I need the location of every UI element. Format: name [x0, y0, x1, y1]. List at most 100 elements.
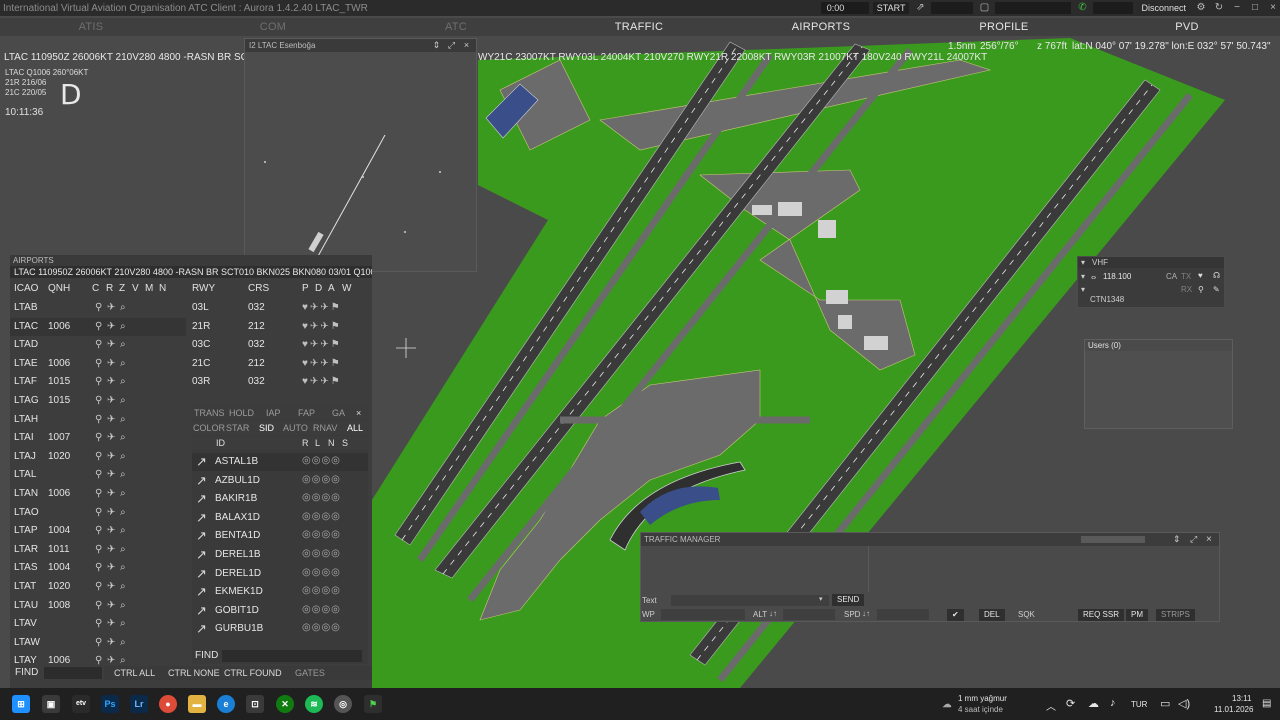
store-icon[interactable]: ⊡ — [246, 695, 264, 713]
mic-icon[interactable]: ⚲ — [1198, 285, 1204, 294]
search-icon[interactable]: ⌕ — [120, 618, 126, 629]
weather-subtext[interactable]: 4 saat içinde — [958, 705, 1003, 714]
pm-button[interactable]: PM — [1126, 609, 1148, 621]
runway-usage-icons[interactable]: ♥✈✈⚑ — [302, 321, 342, 332]
menu-airports[interactable]: AIRPORTS — [730, 18, 912, 36]
plane-icon[interactable]: ✈ — [107, 488, 115, 499]
tower-icon[interactable]: ⚲ — [95, 469, 102, 480]
sid-row[interactable]: ↗ BAKIR1B ◎◎◎◎ — [192, 490, 368, 508]
sid-toggle-icons[interactable]: ◎◎◎◎ — [302, 474, 341, 485]
sid-row[interactable]: ↗ AZBUL1D ◎◎◎◎ — [192, 472, 368, 490]
plane-icon[interactable]: ✈ — [107, 581, 115, 592]
sid-row[interactable]: ↗ GOBIT1D ◎◎◎◎ — [192, 602, 368, 620]
del-button[interactable]: DEL — [979, 609, 1005, 621]
airport-row[interactable]: LTAO ⚲ ✈ ⌕ — [10, 504, 186, 522]
menu-atis[interactable]: ATIS — [0, 18, 182, 36]
refresh-icon[interactable]: ↻ — [1212, 2, 1226, 14]
search-icon[interactable]: ⌕ — [120, 525, 126, 536]
wp-input[interactable] — [661, 609, 745, 620]
airport-row[interactable]: LTAG 1015 ⚲ ✈ ⌕ — [10, 392, 186, 410]
ctrl-found-button[interactable]: CTRL FOUND — [224, 668, 282, 678]
menu-pvd[interactable]: PVD — [1096, 18, 1278, 36]
runway-row[interactable]: 03C 032 ♥✈✈⚑ — [190, 336, 366, 354]
col-z[interactable]: Z — [119, 283, 125, 297]
airport-row[interactable]: LTAF 1015 ⚲ ✈ ⌕ — [10, 373, 186, 391]
menu-traffic[interactable]: TRAFFIC — [548, 18, 730, 36]
col-qnh[interactable]: QNH — [48, 283, 70, 297]
col-id[interactable]: ID — [216, 438, 225, 448]
tab-color[interactable]: COLOR — [193, 423, 225, 433]
text-input[interactable] — [671, 595, 829, 606]
vhf-frequency[interactable]: 118.100 — [1103, 272, 1131, 281]
search-icon[interactable]: ⌕ — [120, 414, 126, 425]
inset-radar-window[interactable]: I2 LTAC Esenboğa ⇕ ⤢ × — [244, 38, 477, 272]
col-n[interactable]: N — [159, 283, 166, 297]
photoshop-icon[interactable]: Ps — [101, 695, 119, 713]
inset-header[interactable]: I2 LTAC Esenboğa ⇕ ⤢ × — [245, 39, 476, 52]
sid-toggle-icons[interactable]: ◎◎◎◎ — [302, 548, 341, 559]
sid-toggle-icons[interactable]: ◎◎◎◎ — [302, 585, 341, 596]
airport-row[interactable]: LTAL ⚲ ✈ ⌕ — [10, 466, 186, 484]
clock-time[interactable]: 13:11 — [1232, 694, 1251, 703]
disconnect-button[interactable]: Disconnect — [1137, 2, 1190, 14]
plane-icon[interactable]: ✈ — [107, 618, 115, 629]
tab-sid[interactable]: SID — [259, 423, 274, 433]
plane-icon[interactable]: ✈ — [107, 321, 115, 332]
rx-toggle[interactable]: RX — [1181, 285, 1192, 294]
search-icon[interactable]: ⌕ — [120, 655, 126, 666]
start-button[interactable]: START — [872, 2, 910, 14]
tower-icon[interactable]: ⚲ — [95, 302, 102, 313]
req-ssr-button[interactable]: REQ SSR — [1078, 609, 1125, 621]
sid-row[interactable]: ↗ ASTAL1B ◎◎◎◎ — [192, 453, 368, 471]
alt-stepper-icon[interactable]: ↓↑ — [769, 609, 777, 618]
runway-usage-icons[interactable]: ♥✈✈⚑ — [302, 302, 342, 313]
runway-row[interactable]: 21R 212 ♥✈✈⚑ — [190, 318, 366, 336]
plane-icon[interactable]: ✈ — [107, 302, 115, 313]
col-s[interactable]: S — [342, 438, 348, 448]
sync-icon[interactable]: ⟳ — [1066, 697, 1075, 710]
plane-icon[interactable]: ✈ — [107, 544, 115, 555]
tower-icon[interactable]: ⚲ — [95, 562, 102, 573]
ctrl-none-button[interactable]: CTRL NONE — [168, 668, 220, 678]
col-l[interactable]: L — [315, 438, 320, 448]
col-w[interactable]: W — [342, 283, 351, 297]
tower-icon[interactable]: ⚲ — [95, 581, 102, 592]
tower-icon[interactable]: ⚲ — [95, 358, 102, 369]
runway-usage-icons[interactable]: ♥✈✈⚑ — [302, 339, 342, 350]
check-button[interactable]: ✔ — [947, 609, 964, 621]
edge-icon[interactable]: e — [217, 695, 235, 713]
weather-text[interactable]: 1 mm yağmur — [958, 694, 1007, 703]
spotify-icon[interactable]: ≋ — [305, 695, 323, 713]
send-button[interactable]: SEND — [832, 594, 865, 606]
aurora-tower-icon[interactable]: ⚑ — [364, 695, 382, 713]
tower-icon[interactable]: ⚲ — [95, 600, 102, 611]
gates-button[interactable]: GATES — [295, 668, 325, 678]
airport-row[interactable]: LTAU 1008 ⚲ ✈ ⌕ — [10, 597, 186, 615]
chevron-down-icon[interactable]: ▾ — [1081, 272, 1085, 281]
tab-hold[interactable]: HOLD — [229, 408, 254, 418]
tower-icon[interactable]: ⚲ — [95, 414, 102, 425]
mic-icon[interactable]: ♪ — [1110, 697, 1116, 709]
airport-find-input[interactable] — [44, 667, 102, 679]
tower-icon[interactable]: ⚲ — [95, 321, 102, 332]
col-rwy[interactable]: RWY — [192, 283, 215, 297]
plane-icon[interactable]: ✈ — [107, 655, 115, 666]
search-icon[interactable]: ⌕ — [120, 302, 126, 313]
sid-toggle-icons[interactable]: ◎◎◎◎ — [302, 622, 341, 633]
scrollbar[interactable] — [1081, 536, 1145, 543]
tab-fap[interactable]: FAP — [298, 408, 315, 418]
tower-icon[interactable]: ⚲ — [95, 395, 102, 406]
close-icon[interactable]: × — [1206, 533, 1212, 546]
clock-date[interactable]: 11.01.2026 — [1214, 705, 1253, 714]
close-icon[interactable]: × — [356, 408, 361, 418]
tower-icon[interactable]: ⚲ — [95, 488, 102, 499]
sid-row[interactable]: ↗ DEREL1D ◎◎◎◎ — [192, 565, 368, 583]
search-icon[interactable]: ⌕ — [120, 544, 126, 555]
tab-all[interactable]: ALL — [347, 423, 363, 433]
tower-icon[interactable]: ⚲ — [95, 507, 102, 518]
col-icao[interactable]: ICAO — [14, 283, 38, 297]
expand-icon[interactable]: ⤢ — [1190, 533, 1197, 546]
plane-icon[interactable]: ✈ — [107, 507, 115, 518]
plane-icon[interactable]: ✈ — [107, 451, 115, 462]
tower-icon[interactable]: ⚲ — [95, 544, 102, 555]
